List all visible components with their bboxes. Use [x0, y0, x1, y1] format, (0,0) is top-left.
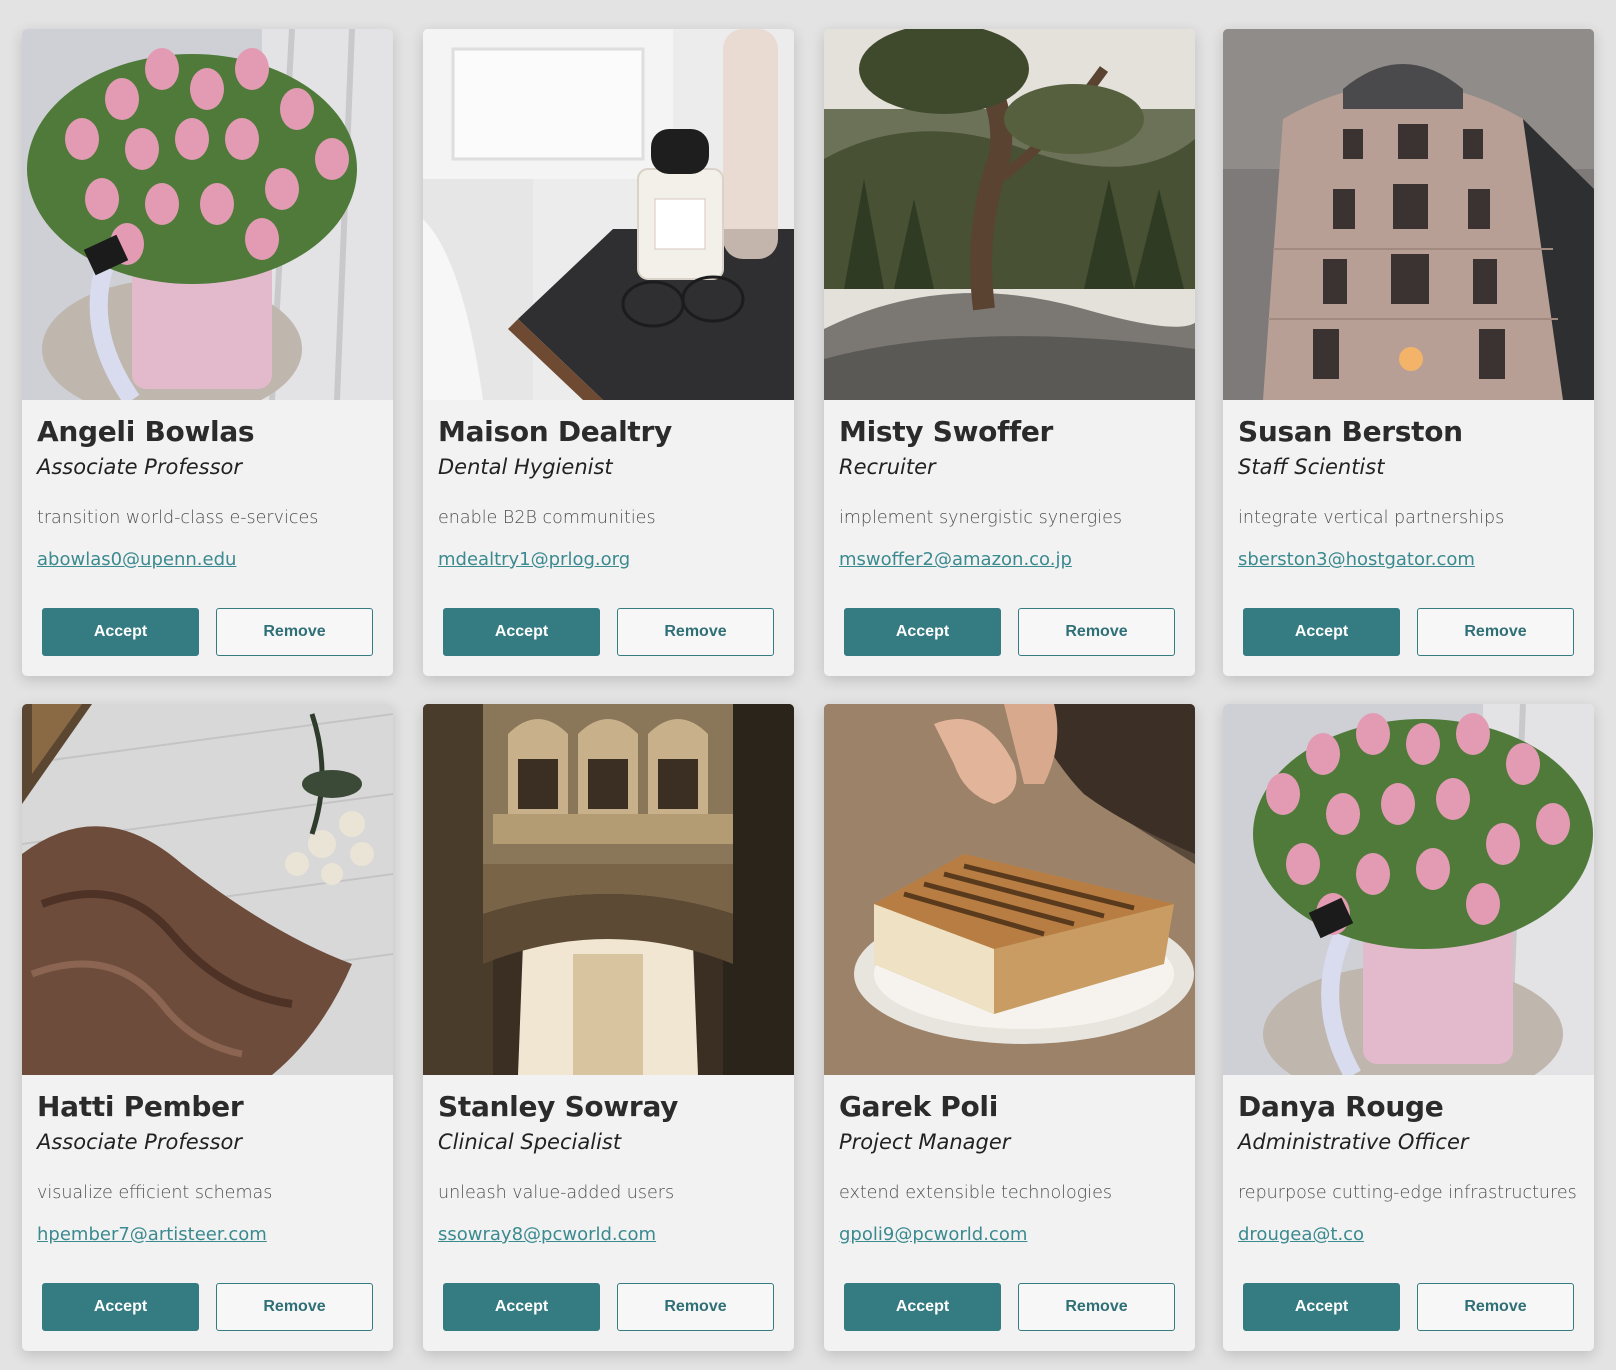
- remove-button[interactable]: Remove: [1417, 608, 1574, 656]
- job-title: Project Manager: [839, 1130, 1011, 1154]
- email-link[interactable]: mswoffer2@amazon.co.jp: [839, 548, 1072, 572]
- contact-card: Danya Rouge Administrative Officer repur…: [1223, 704, 1594, 1351]
- job-title: Staff Scientist: [1238, 455, 1385, 479]
- tagline: unleash value-added users: [438, 1183, 675, 1203]
- building-facade-photo: [1223, 29, 1594, 400]
- email-link[interactable]: hpember7@artisteer.com: [37, 1223, 267, 1247]
- accept-button[interactable]: Accept: [42, 608, 199, 656]
- toast-sandwich-photo: [824, 704, 1195, 1075]
- tagline: transition world-class e-services: [37, 508, 319, 528]
- card-actions: Accept Remove: [443, 608, 774, 656]
- accept-button[interactable]: Accept: [443, 608, 600, 656]
- pink-tulips-photo: [1223, 704, 1594, 1075]
- pink-tulips-photo: [22, 29, 393, 400]
- accept-button[interactable]: Accept: [1243, 1283, 1400, 1331]
- remove-button[interactable]: Remove: [1018, 1283, 1175, 1331]
- job-title: Recruiter: [839, 455, 936, 479]
- contact-card: Stanley Sowray Clinical Specialist unlea…: [423, 704, 794, 1351]
- card-actions: Accept Remove: [844, 1283, 1175, 1331]
- accept-button[interactable]: Accept: [844, 1283, 1001, 1331]
- email-link[interactable]: sberston3@hostgator.com: [1238, 548, 1475, 572]
- contact-name: Misty Swoffer: [839, 415, 1054, 448]
- contact-name: Angeli Bowlas: [37, 415, 255, 448]
- perfume-glasses-photo: [423, 29, 794, 400]
- email-link[interactable]: ssowray8@pcworld.com: [438, 1223, 656, 1247]
- tagline: visualize efficient schemas: [37, 1183, 273, 1203]
- contact-card: Susan Berston Staff Scientist integrate …: [1223, 29, 1594, 676]
- remove-button[interactable]: Remove: [617, 1283, 774, 1331]
- job-title: Administrative Officer: [1238, 1130, 1469, 1154]
- remove-button[interactable]: Remove: [1018, 608, 1175, 656]
- card-actions: Accept Remove: [42, 1283, 373, 1331]
- card-actions: Accept Remove: [443, 1283, 774, 1331]
- contact-name: Maison Dealtry: [438, 415, 672, 448]
- contact-name: Danya Rouge: [1238, 1090, 1444, 1123]
- tagline: implement synergistic synergies: [839, 508, 1123, 528]
- card-actions: Accept Remove: [42, 608, 373, 656]
- job-title: Associate Professor: [37, 1130, 242, 1154]
- tagline: enable B2B communities: [438, 508, 656, 528]
- email-link[interactable]: mdealtry1@prlog.org: [438, 548, 630, 572]
- brown-fabric-roses-photo: [22, 704, 393, 1075]
- contact-card-grid: Angeli Bowlas Associate Professor transi…: [0, 0, 1616, 1370]
- remove-button[interactable]: Remove: [216, 1283, 373, 1331]
- contact-card: Garek Poli Project Manager extend extens…: [824, 704, 1195, 1351]
- contact-card: Hatti Pember Associate Professor visuali…: [22, 704, 393, 1351]
- email-link[interactable]: gpoli9@pcworld.com: [839, 1223, 1027, 1247]
- remove-button[interactable]: Remove: [216, 608, 373, 656]
- job-title: Associate Professor: [37, 455, 242, 479]
- contact-card: Misty Swoffer Recruiter implement synerg…: [824, 29, 1195, 676]
- contact-name: Stanley Sowray: [438, 1090, 679, 1123]
- tagline: integrate vertical partnerships: [1238, 508, 1505, 528]
- accept-button[interactable]: Accept: [443, 1283, 600, 1331]
- gothic-bridge-photo: [423, 704, 794, 1075]
- remove-button[interactable]: Remove: [1417, 1283, 1574, 1331]
- contact-name: Hatti Pember: [37, 1090, 244, 1123]
- card-actions: Accept Remove: [844, 608, 1175, 656]
- accept-button[interactable]: Accept: [42, 1283, 199, 1331]
- contact-card: Angeli Bowlas Associate Professor transi…: [22, 29, 393, 676]
- email-link[interactable]: drougea@t.co: [1238, 1223, 1364, 1247]
- contact-name: Garek Poli: [839, 1090, 998, 1123]
- tagline: repurpose cutting-edge infrastructures: [1238, 1183, 1577, 1203]
- tagline: extend extensible technologies: [839, 1183, 1112, 1203]
- accept-button[interactable]: Accept: [1243, 608, 1400, 656]
- remove-button[interactable]: Remove: [617, 608, 774, 656]
- contact-card: Maison Dealtry Dental Hygienist enable B…: [423, 29, 794, 676]
- card-actions: Accept Remove: [1243, 608, 1574, 656]
- card-actions: Accept Remove: [1243, 1283, 1574, 1331]
- job-title: Dental Hygienist: [438, 455, 613, 479]
- contact-name: Susan Berston: [1238, 415, 1463, 448]
- job-title: Clinical Specialist: [438, 1130, 622, 1154]
- pine-tree-rock-photo: [824, 29, 1195, 400]
- email-link[interactable]: abowlas0@upenn.edu: [37, 548, 236, 572]
- accept-button[interactable]: Accept: [844, 608, 1001, 656]
